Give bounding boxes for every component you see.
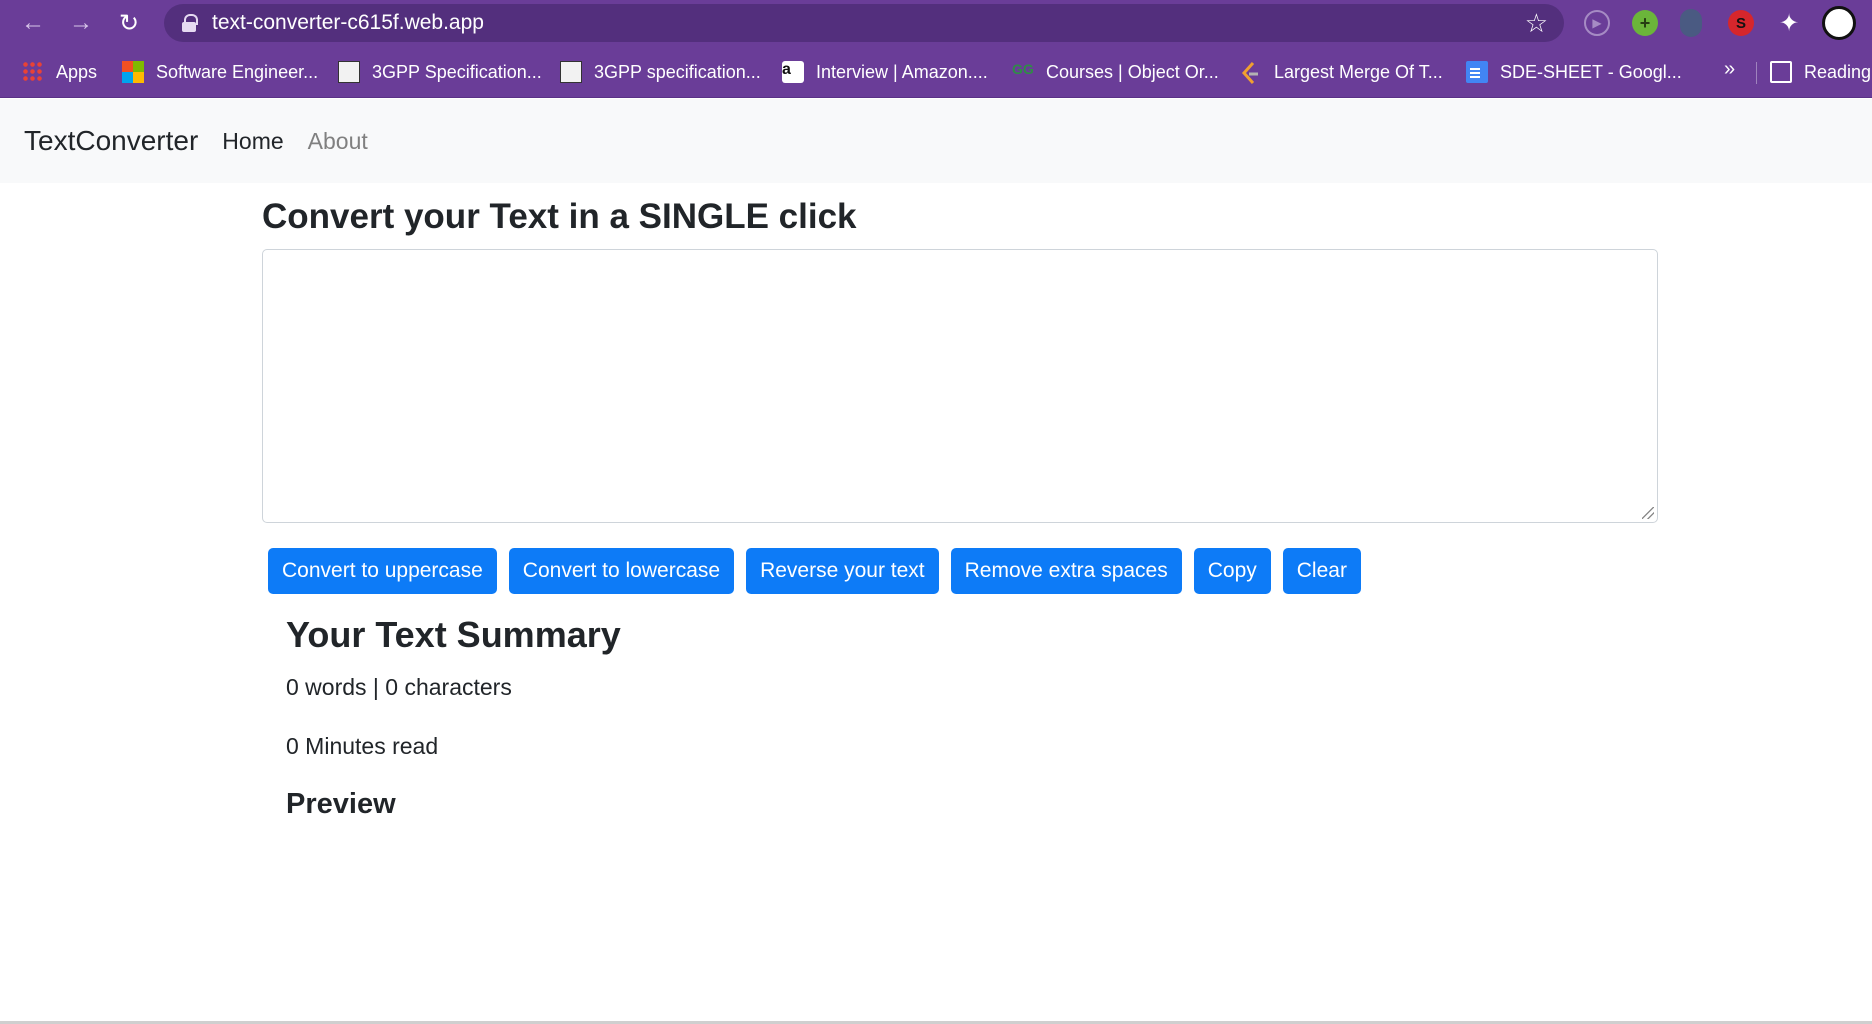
bookmark-apps[interactable]: Apps (22, 58, 97, 86)
lock-icon (182, 14, 198, 32)
remove-spaces-button[interactable]: Remove extra spaces (950, 548, 1182, 594)
microsoft-icon (122, 61, 144, 83)
reading-list-label: Reading (1804, 61, 1872, 82)
bookmarks-divider (1756, 62, 1757, 84)
bookmark-label: Software Engineer... (156, 61, 319, 82)
back-arrow-icon[interactable]: ← (16, 6, 50, 40)
address-bar[interactable]: text-converter-c615f.web.app ☆ (164, 4, 1564, 42)
bookmark-star-icon[interactable]: ☆ (1525, 8, 1548, 39)
bookmark-label: Courses | Object Or... (1046, 61, 1219, 82)
mouse-extension-icon[interactable] (1680, 9, 1702, 37)
action-buttons: Convert to uppercase Convert to lowercas… (268, 548, 1658, 594)
media-play-extension-icon[interactable]: ▶ (1584, 10, 1610, 36)
nav-link-about[interactable]: About (308, 128, 368, 155)
red-s-extension-icon[interactable]: S (1728, 10, 1754, 36)
amazon-icon: a (782, 61, 804, 83)
brand-link[interactable]: TextConverter (24, 125, 198, 157)
resize-grip-icon[interactable] (1642, 507, 1654, 519)
bookmark-label: 3GPP Specification... (372, 61, 542, 82)
extensions-puzzle-icon[interactable]: ✦ (1774, 8, 1804, 38)
text-summary: Your Text Summary 0 words | 0 characters… (286, 614, 1658, 821)
text-input-area[interactable] (262, 249, 1658, 523)
reading-list[interactable]: Reading (1770, 58, 1871, 86)
profile-avatar[interactable] (1822, 6, 1856, 40)
preview-title: Preview (286, 788, 396, 820)
bookmark-label: Largest Merge Of T... (1274, 61, 1443, 82)
bookmark-largest-merge[interactable]: Largest Merge Of T... (1240, 58, 1443, 86)
uppercase-button[interactable]: Convert to uppercase (268, 548, 497, 594)
browser-toolbar: ← → ↻ text-converter-c615f.web.app ☆ ▶ +… (0, 0, 1872, 46)
url-text[interactable]: text-converter-c615f.web.app (212, 11, 484, 35)
reading-list-icon (1770, 61, 1792, 83)
bookmark-software-engineer[interactable]: Software Engineer... (122, 58, 318, 86)
page-title: Convert your Text in a SINGLE click (262, 197, 857, 236)
3gpp-icon (338, 61, 360, 83)
geeksforgeeks-icon: GG (1012, 61, 1034, 77)
bookmarks-bar: Apps Software Engineer... 3GPP Specifica… (0, 46, 1872, 98)
more-bookmarks-chevron-icon[interactable]: » (1724, 58, 1735, 81)
bookmark-3gpp-2[interactable]: 3GPP specification... (560, 58, 761, 86)
nav-link-home[interactable]: Home (222, 128, 283, 155)
bookmark-3gpp-1[interactable]: 3GPP Specification... (338, 58, 542, 86)
bookmark-label: SDE-SHEET - Googl... (1500, 61, 1682, 82)
word-char-count: 0 words | 0 characters (286, 674, 512, 700)
copy-button[interactable]: Copy (1193, 548, 1271, 594)
bookmark-sde-sheet[interactable]: SDE-SHEET - Googl... (1466, 58, 1682, 86)
forward-arrow-icon[interactable]: → (64, 6, 98, 40)
reverse-text-button[interactable]: Reverse your text (746, 548, 939, 594)
clear-button[interactable]: Clear (1282, 548, 1361, 594)
bookmark-amazon-interview[interactable]: a Interview | Amazon.... (782, 58, 988, 86)
bookmark-label: Apps (56, 61, 98, 82)
bookmark-label: Interview | Amazon.... (816, 61, 988, 82)
reload-icon[interactable]: ↻ (112, 6, 146, 40)
google-docs-icon (1466, 61, 1488, 83)
apps-grid-icon (22, 61, 44, 83)
bookmark-courses[interactable]: GG Courses | Object Or... (1012, 58, 1219, 86)
leetcode-icon (1240, 61, 1262, 85)
green-plus-extension-icon[interactable]: + (1632, 10, 1658, 36)
bookmark-label: 3GPP specification... (594, 61, 761, 82)
read-time: 0 Minutes read (286, 733, 439, 759)
main-container: Convert your Text in a SINGLE click Conv… (262, 183, 1658, 821)
lowercase-button[interactable]: Convert to lowercase (508, 548, 735, 594)
3gpp-icon (560, 61, 582, 83)
summary-title: Your Text Summary (286, 614, 621, 655)
app-navbar: TextConverter Home About (0, 99, 1872, 183)
